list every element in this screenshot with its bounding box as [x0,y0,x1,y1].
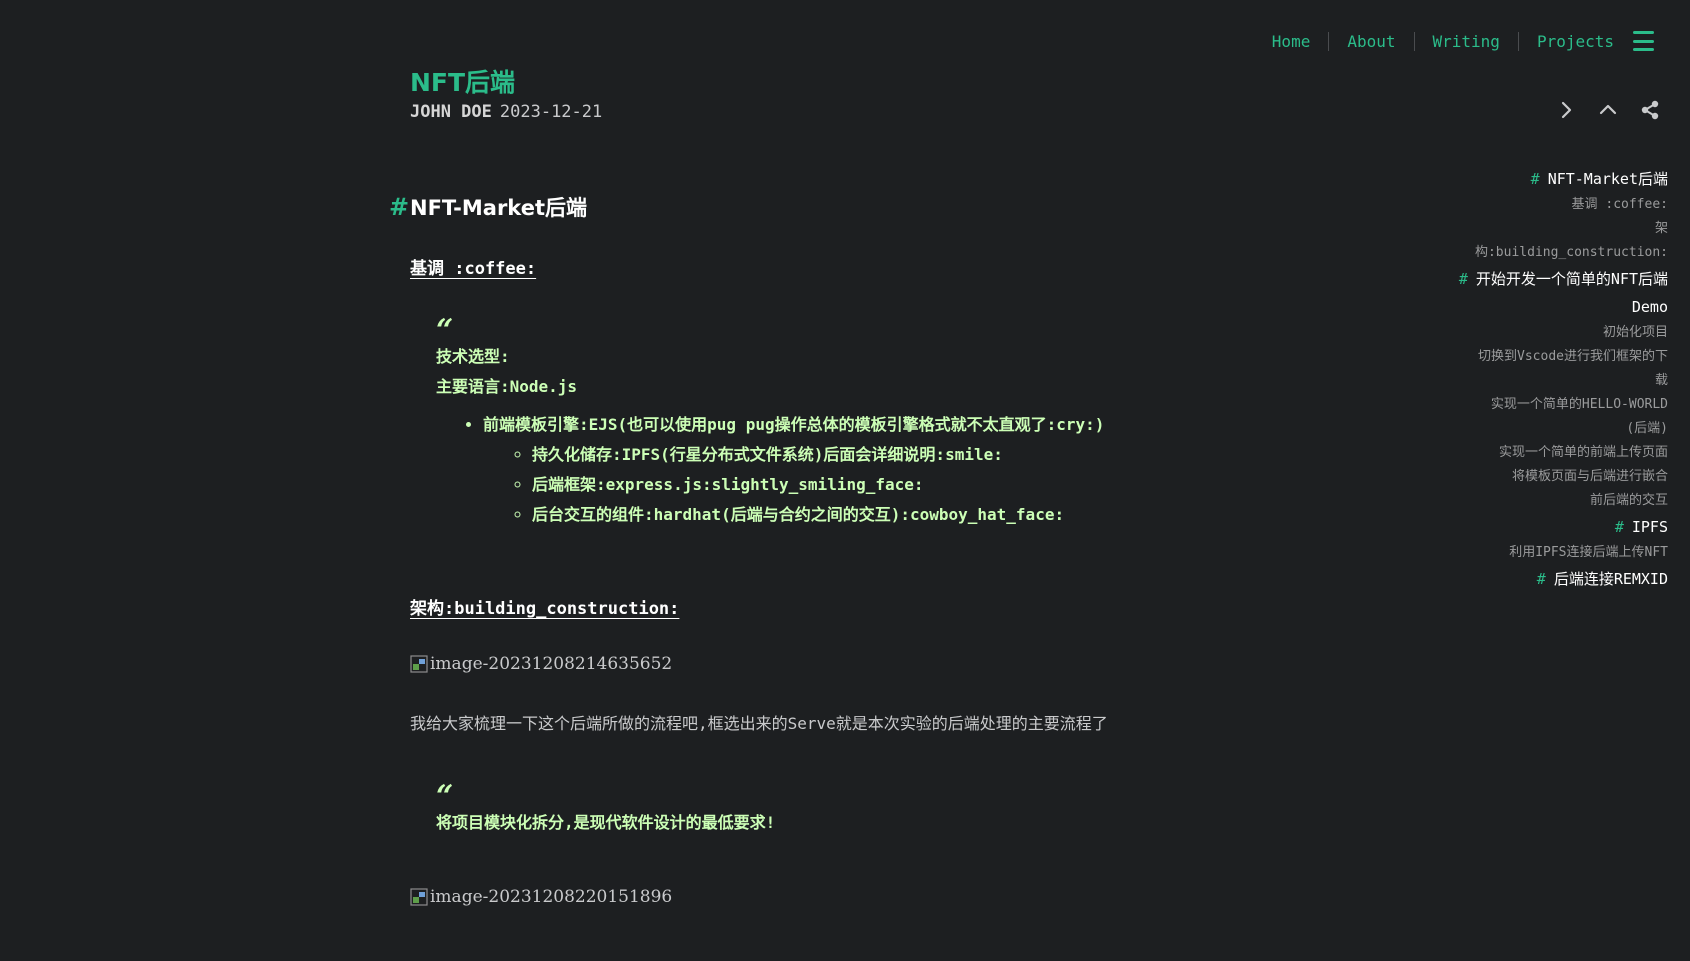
list-item: 前端模板引擎:EJS(也可以使用pug pug操作总体的模板引擎格式就不太直观了… [483,410,1210,530]
toc-hash: # [1530,170,1540,188]
chevron-right-icon[interactable] [1554,98,1578,122]
toc-item[interactable]: Demo [1428,293,1668,321]
toc-item-label: 前后端的交互 [1589,493,1668,508]
post-header: NFT后端 JOHN DOE 2023-12-21 [410,66,602,124]
quote-line: 主要语言:Node.js [436,377,578,396]
menu-bar-middle [1633,39,1654,43]
paragraph: 我给大家梳理一下这个后端所做的流程吧,框选出来的Serve就是本次实验的后端处理… [410,714,1108,733]
heading-anchor-hash[interactable]: # [389,179,409,235]
toc-hash: # [1536,570,1546,588]
toc-item[interactable]: 构:building_construction: [1428,241,1668,265]
section-heading-text: NFT-Market后端 [410,196,587,220]
toc-hash: # [1458,270,1468,288]
toc-item-label: 基调 :coffee: [1571,197,1668,212]
toc-item-label: 将模板页面与后端进行嵌合 [1511,469,1668,484]
list-item: 后端框架:express.js:slightly_smiling_face: [532,470,1210,500]
toc-item[interactable]: 初始化项目 [1428,321,1668,345]
toc-item-label: 载 [1654,373,1668,388]
subheading-architecture: 架构:building_construction: [410,599,680,619]
toc-item-label: 实现一个简单的前端上传页面 [1498,445,1668,460]
toc-item[interactable]: 前后端的交互 [1428,489,1668,513]
toc-item[interactable]: 利用IPFS连接后端上传NFT [1428,541,1668,565]
toc-item-label: (后端) [1626,421,1668,436]
toc-item[interactable]: 切换到Vscode进行我们框架的下 [1428,345,1668,369]
quote-mark-icon: “ [436,779,454,814]
menu-bar-top [1633,31,1654,34]
toc-item[interactable]: # IPFS [1428,513,1668,541]
toc-item[interactable]: 实现一个简单的前端上传页面 [1428,441,1668,465]
image-alt-text: image-20231208214635652 [430,654,673,674]
post-title: NFT后端 [410,68,516,97]
nav-item-home: Home [1272,32,1311,51]
toc-item-label: 初始化项目 [1602,325,1668,340]
toc-item-label: IPFS [1631,518,1668,536]
nav-item-about: About [1310,32,1395,51]
list-item: 持久化储存:IPFS(行星分布式文件系统)后面会详细说明:smile: [532,440,1210,470]
toc-item-label: NFT-Market后端 [1547,170,1668,188]
nav-link-home[interactable]: Home [1272,32,1311,51]
table-of-contents: # NFT-Market后端基调 :coffee: 架构:building_cons… [1428,165,1668,593]
nav-links: Home About Writing Projects [1272,32,1614,51]
broken-image: image-20231208214635652 [410,652,1210,676]
image-alt-text: image-20231208220151896 [430,887,673,907]
toc-item[interactable]: 架 [1428,217,1668,241]
toc-item[interactable]: # NFT-Market后端 [1428,165,1668,193]
list-item: 后台交互的组件:hardhat(后端与合约之间的交互):cowboy_hat_f… [532,500,1210,530]
list-item-text: 前端模板引擎:EJS(也可以使用pug pug操作总体的模板引擎格式就不太直观了… [483,415,1105,434]
chevron-up-icon[interactable] [1596,98,1620,122]
post-meta: JOHN DOE 2023-12-21 [410,100,602,124]
toc-item-label: 后端连接REMXID [1553,570,1668,588]
broken-image-icon [410,655,428,673]
article-content: # NFT-Market后端 基调 :coffee: “ 技术选型: 主要语言:N… [389,180,1210,909]
toc-item-label: Demo [1631,298,1668,316]
quote-line: 技术选型: [436,347,510,366]
toc-item[interactable]: 将模板页面与后端进行嵌合 [1428,465,1668,489]
toc-item[interactable]: 载 [1428,369,1668,393]
toc-item-label: 实现一个简单的HELLO-WORLD [1490,397,1668,412]
toc-item[interactable]: # 开始开发一个简单的NFT后端 [1428,265,1668,293]
nav-link-projects[interactable]: Projects [1537,32,1614,51]
quote-mark-icon: “ [436,313,454,348]
nav-link-writing[interactable]: Writing [1433,32,1500,51]
broken-image: image-20231208220151896 [410,885,1210,909]
toc-item[interactable]: 基调 :coffee: [1428,193,1668,217]
nav-item-writing: Writing [1396,32,1500,51]
nav-item-projects: Projects [1500,32,1614,51]
toc-item-label: 构:building_construction: [1474,245,1668,260]
bullet-list: 前端模板引擎:EJS(也可以使用pug pug操作总体的模板引擎格式就不太直观了… [436,410,1210,530]
toc-item[interactable]: (后端) [1428,417,1668,441]
hamburger-menu-icon[interactable] [1633,31,1654,51]
menu-bar-bottom [1633,48,1654,51]
broken-image-icon [410,888,428,906]
post-actions [1536,98,1662,122]
share-icon[interactable] [1638,98,1662,122]
toc-item-label: 架 [1654,221,1668,236]
post-author: JOHN DOE [410,102,492,122]
toc-item-label: 开始开发一个简单的NFT后端 [1475,270,1668,288]
blockquote-tech-stack: “ 技术选型: 主要语言:Node.js 前端模板引擎:EJS(也可以使用pug… [410,313,1210,530]
blockquote-modular: “ 将项目模块化拆分,是现代软件设计的最低要求! [410,779,1210,838]
post-date: 2023-12-21 [499,102,603,122]
section-heading: # NFT-Market后端 [389,180,1210,236]
toc-hash: # [1614,518,1624,536]
toc-item[interactable]: # 后端连接REMXID [1428,565,1668,593]
toc-item-label: 利用IPFS连接后端上传NFT [1509,545,1668,560]
toc-item-label: 切换到Vscode进行我们框架的下 [1478,349,1668,364]
top-nav: Home About Writing Projects [1272,29,1654,53]
subheading-tone: 基调 :coffee: [410,259,537,279]
sub-bullet-list: 持久化储存:IPFS(行星分布式文件系统)后面会详细说明:smile: 后端框架… [483,440,1210,530]
toc-item[interactable]: 实现一个简单的HELLO-WORLD [1428,393,1668,417]
quote-line: 将项目模块化拆分,是现代软件设计的最低要求! [436,813,776,832]
nav-link-about[interactable]: About [1347,32,1395,51]
